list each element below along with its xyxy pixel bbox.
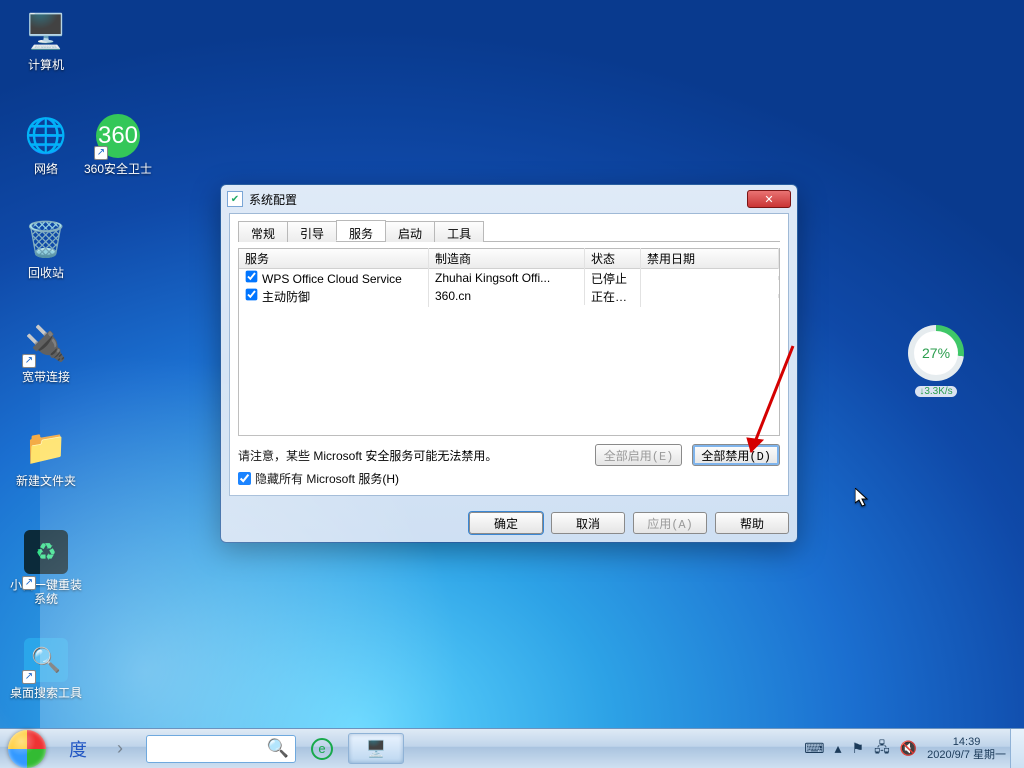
mouse-cursor-icon (855, 488, 869, 508)
desktop-icon-desksearch[interactable]: 🔍 ↗ 桌面搜索工具 (10, 636, 82, 700)
network-tray-icon[interactable]: 🖧 (874, 737, 890, 761)
list-header[interactable]: 服务 制造商 状态 禁用日期 (239, 249, 779, 269)
windows-logo-icon (8, 730, 46, 768)
desktop-icon-newfolder[interactable]: 📁 新建文件夹 (10, 424, 82, 488)
quick-baidu[interactable]: 度 (58, 733, 98, 765)
icon-label: 回收站 (10, 266, 82, 280)
quick-caret[interactable]: › (100, 733, 140, 765)
cell-manufacturer: 360.cn (429, 287, 585, 305)
cell-disabled-date (641, 294, 779, 298)
apply-button: 应用(A) (633, 512, 707, 534)
row-checkbox[interactable] (246, 288, 258, 300)
cell-status: 正在运行 (585, 286, 641, 307)
window-title: 系统配置 (249, 191, 747, 208)
services-list[interactable]: 服务 制造商 状态 禁用日期 WPS Office Cloud Service … (238, 248, 780, 436)
show-desktop-button[interactable] (1010, 729, 1024, 768)
help-button[interactable]: 帮助 (715, 512, 789, 534)
ring-gauge-icon: 27% (908, 325, 964, 381)
taskbar-search-box[interactable]: 🔍 (146, 735, 296, 763)
icon-label: 宽带连接 (10, 370, 82, 384)
shortcut-badge-icon: ↗ (22, 670, 36, 684)
cell-manufacturer: Zhuhai Kingsoft Offi... (429, 269, 585, 287)
enable-all-button: 全部启用(E) (595, 444, 683, 466)
shortcut-badge-icon: ↗ (94, 146, 108, 160)
note-row: 请注意，某些 Microsoft 安全服务可能无法禁用。 全部启用(E) 全部禁… (238, 444, 780, 466)
col-status[interactable]: 状态 (585, 248, 641, 269)
browser-360-icon: e (311, 738, 333, 760)
perf-percent: 27 (922, 345, 938, 361)
row-checkbox[interactable] (246, 271, 258, 283)
task-button-msconfig[interactable]: 🖥️ (348, 733, 404, 764)
tab-boot[interactable]: 引导 (287, 221, 337, 242)
tab-startup[interactable]: 启动 (385, 221, 435, 242)
icon-label: 网络 (10, 162, 82, 176)
taskbar: 度 › 🔍 e 🖥️ ⌨ ▴ ⚑ 🖧 🔇 14:39 2020/9/7 星期一 (0, 728, 1024, 768)
desktop-icon-broadband[interactable]: 🔌 ↗ 宽带连接 (10, 320, 82, 384)
icon-label: 小白一键重装 系统 (10, 578, 82, 606)
perf-rate: ↓3.3K/s (915, 386, 956, 397)
col-service[interactable]: 服务 (239, 248, 429, 269)
perf-widget[interactable]: 27% ↓3.3K/s (898, 325, 974, 399)
ime-icon[interactable]: ⌨ (804, 740, 824, 757)
hide-ms-label: 隐藏所有 Microsoft 服务(H) (255, 470, 399, 487)
desktop-icon-xiaobai[interactable]: ♻ ↗ 小白一键重装 系统 (10, 528, 82, 606)
hide-ms-checkbox-row[interactable]: 隐藏所有 Microsoft 服务(H) (238, 470, 780, 487)
msconfig-icon: ✔ (227, 191, 243, 207)
search-icon: 🔍 (267, 738, 289, 759)
service-row[interactable]: WPS Office Cloud Service Zhuhai Kingsoft… (239, 269, 779, 287)
icon-label: 新建文件夹 (10, 474, 82, 488)
hide-ms-checkbox[interactable] (238, 472, 251, 485)
desktop-icon-computer[interactable]: 🖥️ 计算机 (10, 8, 82, 72)
desktop[interactable]: 🖥️ 计算机 🌐 网络 🗑️ 回收站 🔌 ↗ 宽带连接 📁 新建文件夹 ♻ ↗ … (0, 0, 1024, 768)
system-tray: ⌨ ▴ ⚑ 🖧 🔇 14:39 2020/9/7 星期一 (794, 729, 1010, 768)
desktop-icon-recycle[interactable]: 🗑️ 回收站 (10, 216, 82, 280)
shortcut-badge-icon: ↗ (22, 576, 36, 590)
col-manufacturer[interactable]: 制造商 (429, 248, 585, 269)
icon-label: 桌面搜索工具 (10, 686, 82, 700)
baidu-icon: 度 (69, 736, 87, 762)
tab-tools[interactable]: 工具 (434, 221, 484, 242)
quick-360browser[interactable]: e (302, 733, 342, 765)
service-row[interactable]: 主动防御 360.cn 正在运行 (239, 287, 779, 305)
computer-icon: 🖥️ (22, 8, 70, 56)
clock-time: 14:39 (927, 736, 1006, 749)
action-center-icon[interactable]: ⚑ (852, 740, 865, 757)
clock-date: 2020/9/7 星期一 (927, 749, 1006, 762)
desktop-icon-network[interactable]: 🌐 网络 (10, 112, 82, 176)
recycle-bin-icon: 🗑️ (22, 216, 70, 264)
msconfig-task-icon: 🖥️ (366, 739, 386, 759)
titlebar[interactable]: ✔ 系统配置 (221, 185, 797, 213)
icon-label: 计算机 (10, 58, 82, 72)
msconfig-window: ✔ 系统配置 常规 引导 服务 启动 工具 服务 制造商 状态 禁用日期 (220, 184, 798, 543)
cancel-button[interactable]: 取消 (551, 512, 625, 534)
start-button[interactable] (0, 729, 54, 768)
cell-disabled-date (641, 276, 779, 280)
col-disabled-date[interactable]: 禁用日期 (641, 248, 779, 269)
perf-unit: % (938, 345, 950, 361)
desktop-icon-360safe[interactable]: 360 ↗ 360安全卫士 (82, 112, 154, 176)
tab-general[interactable]: 常规 (238, 221, 288, 242)
ok-button[interactable]: 确定 (469, 512, 543, 534)
chevron-right-icon: › (117, 738, 123, 759)
note-text: 请注意，某些 Microsoft 安全服务可能无法禁用。 (238, 447, 585, 464)
xiaobai-icon: ♻ (22, 528, 70, 576)
disable-all-button[interactable]: 全部禁用(D) (692, 444, 780, 466)
tabstrip: 常规 引导 服务 启动 工具 (238, 220, 780, 242)
cell-service: 主动防御 (262, 290, 310, 304)
taskbar-clock[interactable]: 14:39 2020/9/7 星期一 (927, 736, 1006, 762)
shortcut-badge-icon: ↗ (22, 354, 36, 368)
tray-chevron-icon[interactable]: ▴ (834, 740, 841, 757)
network-icon: 🌐 (22, 112, 70, 160)
volume-muted-icon[interactable]: 🔇 (900, 740, 917, 757)
icon-label: 360安全卫士 (82, 162, 154, 176)
dialog-actions: 确定 取消 应用(A) 帮助 (221, 504, 797, 542)
folder-icon: 📁 (22, 424, 70, 472)
cell-service: WPS Office Cloud Service (262, 272, 402, 286)
close-button[interactable] (747, 190, 791, 208)
quick-launch: 度 › 🔍 e (54, 729, 346, 768)
tab-services[interactable]: 服务 (336, 220, 386, 241)
client-area: 常规 引导 服务 启动 工具 服务 制造商 状态 禁用日期 WPS Office… (229, 213, 789, 496)
